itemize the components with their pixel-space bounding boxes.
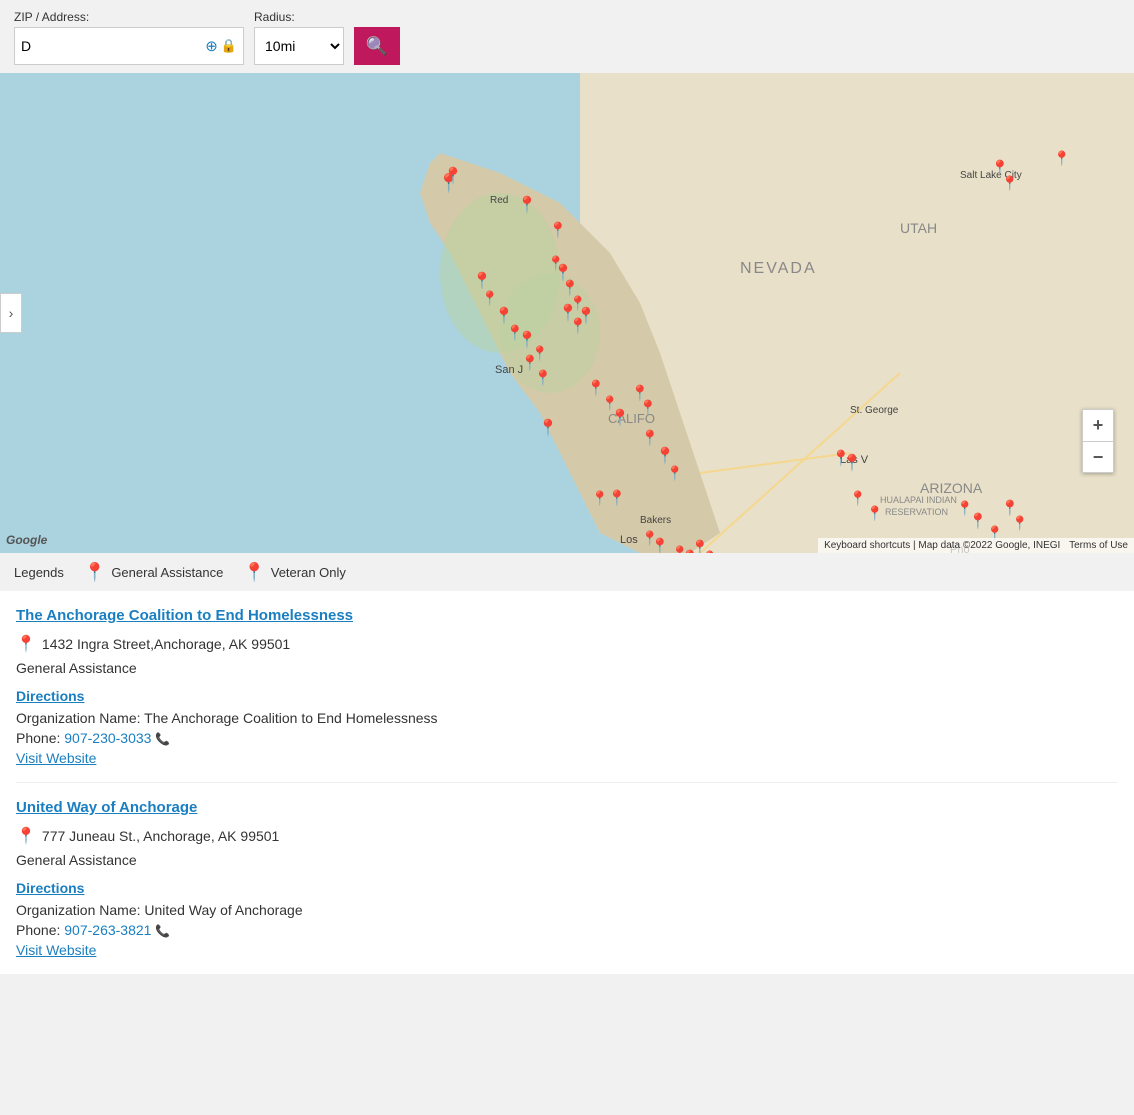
search-icon: 🔍 <box>366 36 388 57</box>
svg-text:📍: 📍 <box>1053 150 1070 167</box>
svg-text:📍: 📍 <box>1011 515 1028 532</box>
zip-label: ZIP / Address: <box>14 10 244 24</box>
phone-icon-1: 📞 <box>155 732 170 746</box>
svg-text:Bakers: Bakers <box>640 515 671 526</box>
svg-text:San J: San J <box>495 364 523 376</box>
org-card-1: The Anchorage Coalition to End Homelessn… <box>16 591 1118 783</box>
svg-text:📍: 📍 <box>681 549 700 553</box>
phone-number-1[interactable]: 907-230-3033 <box>64 730 151 746</box>
svg-text:📍: 📍 <box>608 489 627 507</box>
svg-text:📍: 📍 <box>472 271 492 290</box>
svg-text:HUALAPAI INDIAN: HUALAPAI INDIAN <box>880 495 957 505</box>
org-card-2: United Way of Anchorage 📍 777 Juneau St.… <box>16 783 1118 974</box>
svg-text:📍: 📍 <box>481 290 498 307</box>
org-phone-2: Phone: 907-263-3821 📞 <box>16 922 1118 938</box>
zip-input-wrapper: ⊕ 🔒 <box>14 27 244 65</box>
search-button[interactable]: 🔍 <box>354 27 400 65</box>
svg-text:📍: 📍 <box>849 490 866 507</box>
legend-veteran-only: 📍 Veteran Only <box>243 563 346 581</box>
legend-general-label: General Assistance <box>111 565 223 580</box>
keyboard-shortcuts-link[interactable]: Keyboard shortcuts <box>824 540 910 551</box>
legend-general-assistance: 📍 General Assistance <box>84 563 223 581</box>
org-type-1: General Assistance <box>16 660 1118 676</box>
phone-label-1: Phone: <box>16 730 60 746</box>
blue-pin-icon: 📍 <box>243 563 265 581</box>
svg-text:UTAH: UTAH <box>900 220 937 236</box>
address-text-2: 777 Juneau St., Anchorage, AK 99501 <box>42 828 279 844</box>
svg-text:📍: 📍 <box>443 166 463 185</box>
svg-text:📍: 📍 <box>641 429 660 447</box>
svg-text:📍: 📍 <box>538 418 558 437</box>
svg-text:St. George: St. George <box>850 405 899 416</box>
legends-title: Legends <box>14 565 64 580</box>
visit-website-1[interactable]: Visit Website <box>16 750 96 766</box>
phone-label-2: Phone: <box>16 922 60 938</box>
legends-bar: Legends 📍 General Assistance 📍 Veteran O… <box>0 553 1134 591</box>
svg-text:📍: 📍 <box>666 465 683 482</box>
svg-text:📍: 📍 <box>832 449 851 467</box>
zip-group: ZIP / Address: ⊕ 🔒 <box>14 10 244 65</box>
svg-text:📍: 📍 <box>651 537 670 553</box>
svg-text:📍: 📍 <box>701 550 718 553</box>
red-pin-icon: 📍 <box>84 563 106 581</box>
org-details-2: Organization Name: United Way of Anchora… <box>16 902 1118 918</box>
svg-text:📍: 📍 <box>534 369 553 387</box>
radius-label: Radius: <box>254 10 344 24</box>
svg-text:Los: Los <box>620 534 638 546</box>
map-container: NEVADA UTAH ARIZONA CALIFO San J Long Be… <box>0 73 1134 553</box>
map-svg: NEVADA UTAH ARIZONA CALIFO San J Long Be… <box>0 73 1134 553</box>
svg-text:📍: 📍 <box>866 505 883 522</box>
phone-icon-2: 📞 <box>155 924 170 938</box>
svg-text:ARIZONA: ARIZONA <box>920 480 983 496</box>
org-phone-1: Phone: 907-230-3033 📞 <box>16 730 1118 746</box>
address-pin-icon-1: 📍 <box>16 634 36 654</box>
svg-text:RESERVATION: RESERVATION <box>885 507 948 517</box>
org-details-1: Organization Name: The Anchorage Coaliti… <box>16 710 1118 726</box>
google-logo: Google <box>6 533 47 547</box>
org-address-2: 📍 777 Juneau St., Anchorage, AK 99501 <box>16 826 1118 846</box>
map-controls: + − <box>1082 409 1114 473</box>
phone-number-2[interactable]: 907-263-3821 <box>64 922 151 938</box>
svg-text:Red: Red <box>490 195 508 206</box>
address-text-1: 1432 Ingra Street,Anchorage, AK 99501 <box>42 636 290 652</box>
svg-text:📍: 📍 <box>1001 175 1018 192</box>
results-container: The Anchorage Coalition to End Homelessn… <box>0 591 1134 974</box>
org-address-1: 📍 1432 Ingra Street,Anchorage, AK 99501 <box>16 634 1118 654</box>
svg-text:📍: 📍 <box>569 317 588 335</box>
svg-text:📍: 📍 <box>639 399 658 417</box>
org-name-1[interactable]: The Anchorage Coalition to End Homelessn… <box>16 607 353 624</box>
visit-website-2[interactable]: Visit Website <box>16 942 96 958</box>
map-attribution: Keyboard shortcuts | Map data ©2022 Goog… <box>818 538 1134 553</box>
terms-link[interactable]: Terms of Use <box>1069 540 1128 551</box>
legend-veteran-label: Veteran Only <box>271 565 346 580</box>
svg-text:📍: 📍 <box>517 195 537 214</box>
lock-icon: 🔒 <box>221 38 237 54</box>
svg-text:NEVADA: NEVADA <box>740 260 817 277</box>
search-bar: ZIP / Address: ⊕ 🔒 Radius: 5mi 10mi 25mi… <box>0 0 1134 73</box>
svg-text:📍: 📍 <box>549 221 568 239</box>
zoom-in-button[interactable]: + <box>1082 409 1114 441</box>
svg-text:📍: 📍 <box>610 408 630 427</box>
org-type-2: General Assistance <box>16 852 1118 868</box>
arrow-right-icon: › <box>9 305 14 321</box>
directions-link-2[interactable]: Directions <box>16 880 84 896</box>
zoom-out-button[interactable]: − <box>1082 441 1114 473</box>
map-sidebar-arrow[interactable]: › <box>0 293 22 333</box>
zip-input[interactable] <box>21 28 205 64</box>
location-icon[interactable]: ⊕ <box>205 37 218 55</box>
address-pin-icon-2: 📍 <box>16 826 36 846</box>
directions-link-1[interactable]: Directions <box>16 688 84 704</box>
map-data-label: Map data ©2022 Google, INEGI <box>918 540 1060 551</box>
svg-text:📍: 📍 <box>494 306 514 325</box>
input-icons: ⊕ 🔒 <box>205 37 237 55</box>
svg-text:📍: 📍 <box>969 512 988 530</box>
radius-select[interactable]: 5mi 10mi 25mi 50mi <box>254 27 344 65</box>
radius-group: Radius: 5mi 10mi 25mi 50mi <box>254 10 344 65</box>
svg-text:📍: 📍 <box>655 446 675 465</box>
org-name-2[interactable]: United Way of Anchorage <box>16 799 197 816</box>
svg-text:📍: 📍 <box>591 490 608 507</box>
